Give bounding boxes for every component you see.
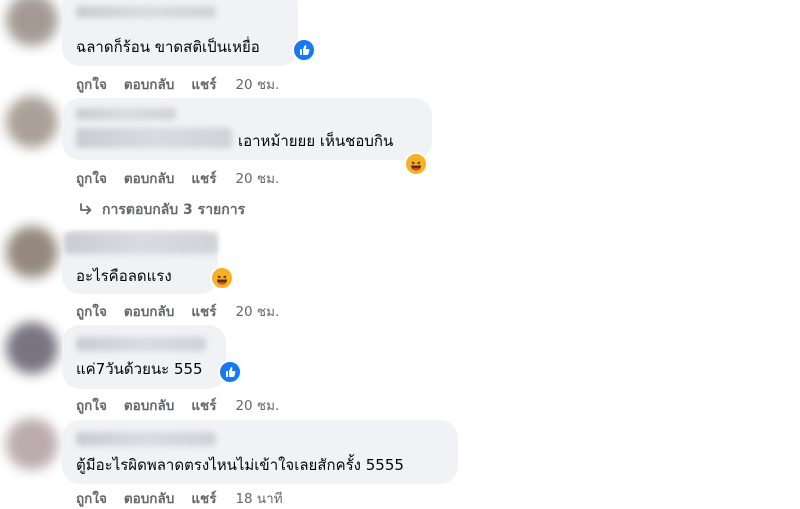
comment-actions: ถูกใจ ตอบกลับ แชร์ 20 ชม.: [76, 300, 279, 322]
timestamp[interactable]: 18 นาที: [235, 487, 282, 509]
like-link[interactable]: ถูกใจ: [76, 73, 107, 95]
avatar[interactable]: [6, 0, 58, 46]
comment-bubble: อะไรคือลดแรง: [62, 230, 218, 294]
commenter-name-line: [76, 128, 232, 148]
avatar[interactable]: [6, 96, 58, 148]
reply-link[interactable]: ตอบกลับ: [124, 487, 174, 509]
comment-text: อะไรคือลดแรง: [76, 267, 172, 285]
reply-link[interactable]: ตอบกลับ: [124, 73, 174, 95]
share-link[interactable]: แชร์: [191, 300, 216, 322]
like-link[interactable]: ถูกใจ: [76, 487, 107, 509]
comment-actions: ถูกใจ ตอบกลับ แชร์ 18 นาที: [76, 487, 283, 509]
timestamp[interactable]: 20 ชม.: [235, 73, 279, 95]
reply-arrow-icon: [80, 203, 92, 215]
timestamp[interactable]: 20 ชม.: [235, 167, 279, 189]
share-link[interactable]: แชร์: [191, 167, 216, 189]
like-icon[interactable]: [292, 38, 316, 62]
comment-text: ตู้มีอะไรผิดพลาดตรงไหนไม่เข้าใจเลยสักครั…: [76, 456, 404, 474]
share-link[interactable]: แชร์: [191, 487, 216, 509]
avatar[interactable]: [6, 226, 58, 278]
comment-text: ฉลาดก็ร้อน ขาดสติเป็นเหยื่อ: [76, 38, 260, 56]
reply-link[interactable]: ตอบกลับ: [124, 300, 174, 322]
comment-bubble: ตู้มีอะไรผิดพลาดตรงไหนไม่เข้าใจเลยสักครั…: [62, 420, 458, 484]
haha-icon[interactable]: [404, 152, 428, 176]
reply-link[interactable]: ตอบกลับ: [124, 167, 174, 189]
like-icon[interactable]: [218, 360, 242, 384]
share-link[interactable]: แชร์: [191, 394, 216, 416]
avatar[interactable]: [6, 418, 58, 470]
comment-actions: ถูกใจ ตอบกลับ แชร์ 20 ชม.: [76, 394, 279, 416]
haha-icon[interactable]: [210, 266, 234, 290]
view-replies-label: การตอบกลับ 3 รายการ: [102, 202, 246, 218]
commenter-name[interactable]: [76, 337, 206, 351]
commenter-name[interactable]: [76, 108, 176, 120]
view-replies-button[interactable]: การตอบกลับ 3 รายการ: [78, 199, 245, 221]
like-link[interactable]: ถูกใจ: [76, 167, 107, 189]
comment-actions: ถูกใจ ตอบกลับ แชร์ 20 ชม.: [76, 167, 279, 189]
commenter-name[interactable]: [64, 232, 218, 254]
avatar[interactable]: [6, 322, 58, 374]
commenter-name[interactable]: [76, 6, 216, 18]
comment-bubble: ฉลาดก็ร้อน ขาดสติเป็นเหยื่อ: [62, 0, 298, 66]
comment-actions: ถูกใจ ตอบกลับ แชร์ 20 ชม.: [76, 73, 279, 95]
comment-text: แค่7วันด้วยนะ 555: [76, 360, 203, 378]
like-link[interactable]: ถูกใจ: [76, 394, 107, 416]
commenter-name[interactable]: [76, 432, 216, 446]
comment-text: เอาหม้ายยย เห็นชอบกิน: [238, 132, 394, 150]
share-link[interactable]: แชร์: [191, 73, 216, 95]
like-link[interactable]: ถูกใจ: [76, 300, 107, 322]
timestamp[interactable]: 20 ชม.: [235, 300, 279, 322]
reply-link[interactable]: ตอบกลับ: [124, 394, 174, 416]
comment-bubble: แค่7วันด้วยนะ 555: [62, 325, 226, 389]
comment-bubble: เอาหม้ายยย เห็นชอบกิน: [62, 98, 432, 160]
timestamp[interactable]: 20 ชม.: [235, 394, 279, 416]
